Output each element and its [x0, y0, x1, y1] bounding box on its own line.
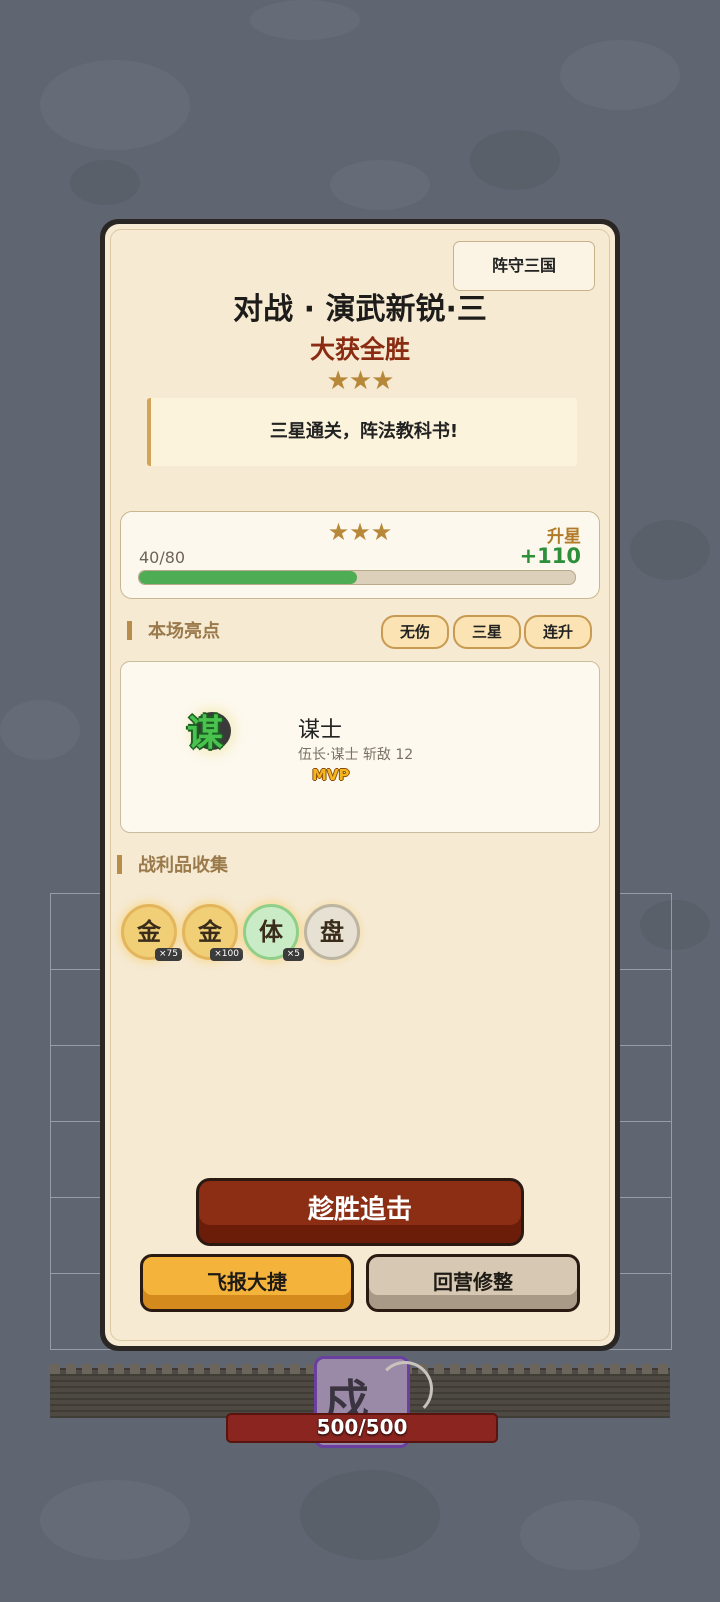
chip-no-damage: 无伤	[381, 615, 449, 649]
progress-stars: ★★★	[327, 518, 393, 546]
mvp-card: 谋 谋士 伍长·谋士 斩敌 12 MVP	[120, 661, 600, 833]
highlights-heading: 本场亮点	[127, 617, 220, 643]
pursue-button[interactable]: 趁胜追击	[196, 1178, 524, 1246]
mvp-badge: MVP	[312, 766, 350, 784]
mvp-desc: 伍长·谋士 斩敌 12	[298, 747, 414, 763]
loot-stamina[interactable]: 体 ×5	[243, 904, 304, 961]
bow-icon	[377, 1361, 433, 1417]
battle-result: 大获全胜	[309, 335, 410, 364]
battle-title: 对战 · 演武新锐·三	[233, 292, 487, 327]
progress-track	[138, 570, 576, 585]
mvp-name: 谋士	[298, 718, 343, 743]
progress-card: ★★★ 升星 40/80 +110	[120, 511, 600, 599]
progress-fill	[139, 571, 357, 584]
progress-count: 40/80	[139, 548, 186, 567]
loot-heading: 战利品收集	[117, 851, 228, 877]
star-rating: ★★★	[326, 366, 395, 396]
unit-hp-bar: 500/500	[226, 1413, 498, 1443]
victory-panel: 阵守三国 对战 · 演武新锐·三 大获全胜 ★★★ 三星通关，阵法教科书! ★★…	[100, 219, 620, 1351]
report-victory-button[interactable]: 飞报大捷	[140, 1254, 354, 1312]
return-camp-button[interactable]: 回营修整	[366, 1254, 580, 1312]
strategist-icon: 谋	[187, 712, 231, 754]
chip-three-star: 三星	[453, 615, 521, 649]
loot-gold-2[interactable]: 金 ×100	[182, 904, 243, 961]
quote-box: 三星通关，阵法教科书!	[147, 398, 577, 466]
loot-plate[interactable]: 盘	[304, 904, 360, 960]
loot-gold-1[interactable]: 金 ×75	[121, 904, 182, 961]
progress-bonus: +110	[519, 544, 581, 568]
chip-streak: 连升	[524, 615, 592, 649]
